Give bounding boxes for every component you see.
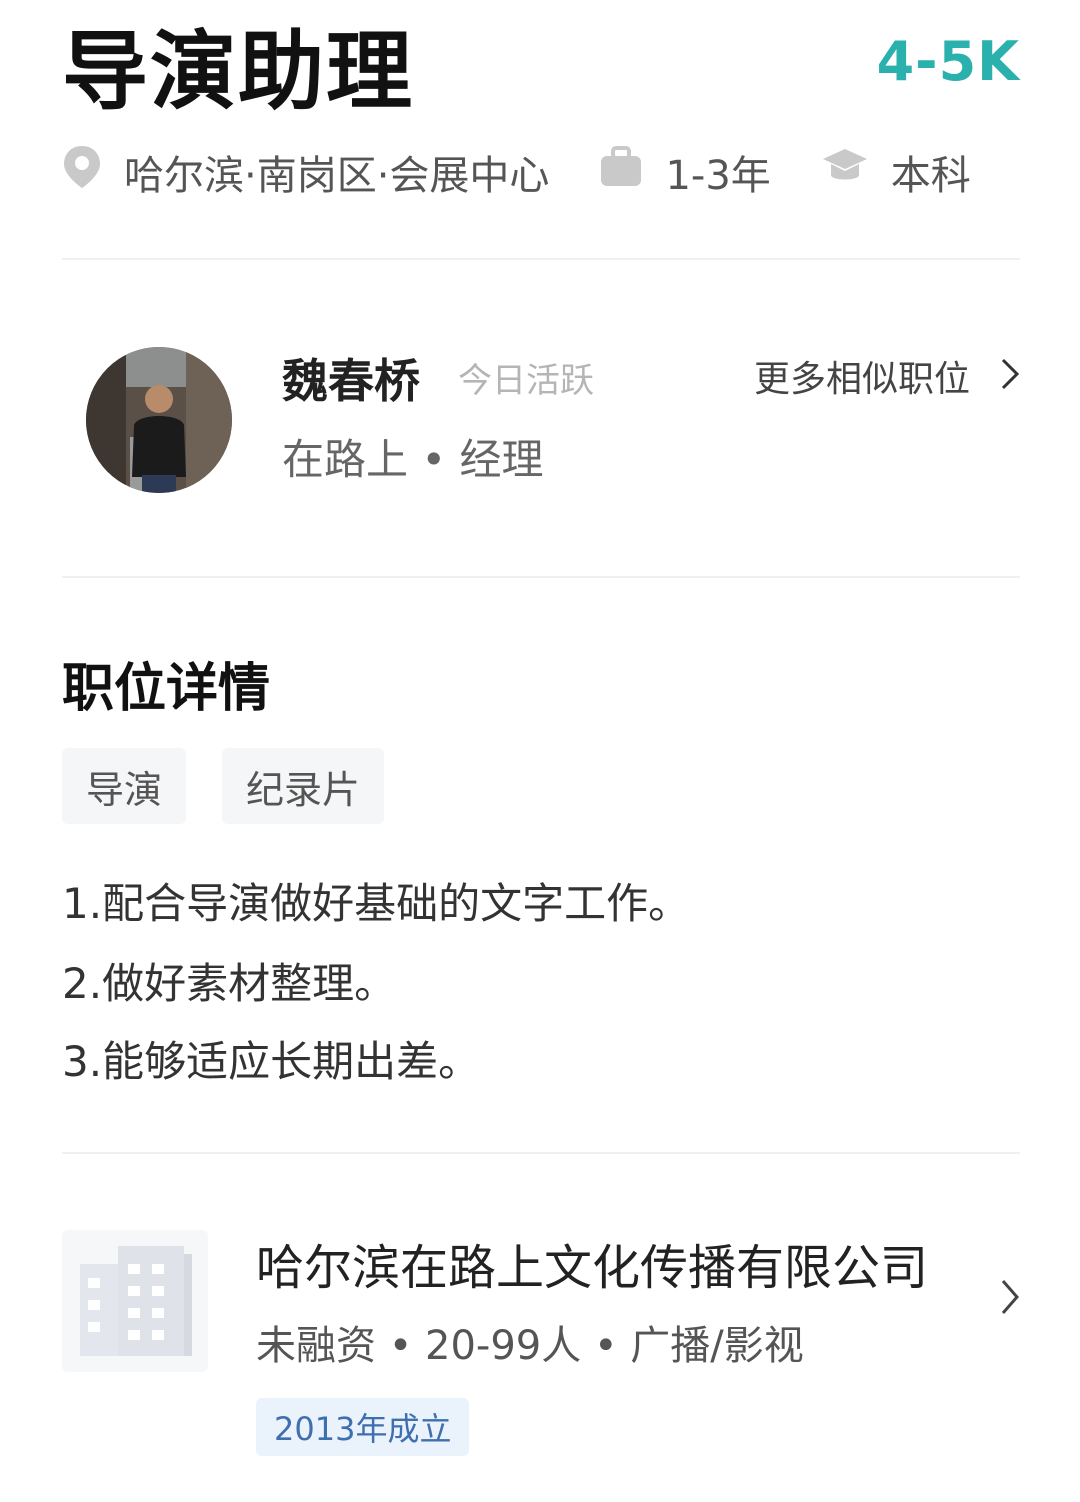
job-location: 哈尔滨·南岗区·会展中心	[124, 153, 550, 199]
job-description-line: 1.配合导演做好基础的文字工作。	[62, 879, 691, 928]
job-tag: 纪录片	[222, 748, 385, 824]
job-tag: 导演	[62, 748, 187, 824]
divider	[62, 1152, 1020, 1154]
job-meta-row: 哈尔滨·南岗区·会展中心 1-3年 本科	[62, 142, 1021, 202]
recruiter-avatar[interactable]	[86, 347, 232, 493]
job-experience: 1-3年	[665, 153, 771, 199]
job-title: 导演助理	[62, 22, 414, 122]
divider	[62, 258, 1020, 260]
company-logo[interactable]	[62, 1230, 208, 1372]
briefcase-icon	[599, 146, 643, 198]
job-description-line: 2.做好素材整理。	[62, 959, 397, 1008]
company-info: 未融资 • 20-99人 • 广播/影视	[256, 1323, 804, 1369]
company-name[interactable]: 哈尔滨在路上文化传播有限公司	[256, 1236, 928, 1300]
salary: 4-5K	[876, 30, 1020, 93]
chevron-right-icon[interactable]	[1000, 1278, 1020, 1320]
job-education: 本科	[890, 153, 971, 199]
recruiter-active-status: 今日活跃	[458, 361, 594, 401]
company-founded-badge: 2013年成立	[256, 1398, 470, 1456]
location-pin-icon	[62, 144, 102, 200]
recruiter-company-role: 在路上 • 经理	[282, 435, 544, 484]
more-similar-jobs-link[interactable]: 更多相似职位	[754, 352, 1020, 408]
section-title-job-details: 职位详情	[62, 659, 271, 719]
building-icon	[62, 1246, 208, 1376]
more-similar-jobs-label: 更多相似职位	[753, 359, 970, 400]
divider	[62, 576, 1020, 578]
chevron-right-icon	[1000, 352, 1020, 408]
recruiter-name: 魏春桥	[282, 354, 420, 408]
job-description-line: 3.能够适应长期出差。	[62, 1037, 481, 1086]
graduation-cap-icon	[821, 147, 869, 197]
